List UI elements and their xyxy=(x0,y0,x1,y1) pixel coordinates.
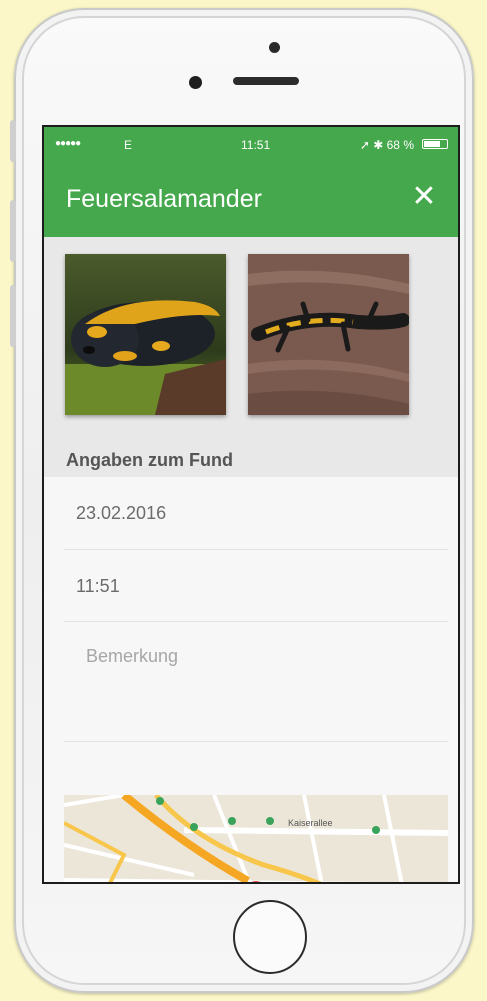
status-time: 11:51 xyxy=(241,138,271,152)
front-camera xyxy=(269,42,280,53)
volume-up-button xyxy=(10,200,16,262)
app-header: ●●●●● E 11:51 ➚ ✱ 68 % Feuersalamander ✕ xyxy=(44,127,458,237)
time-field[interactable]: 11:51 xyxy=(64,550,448,622)
salamander-image xyxy=(248,254,409,415)
earpiece-speaker xyxy=(233,77,299,85)
carrier-label: E xyxy=(124,138,133,152)
salamander-photo-2[interactable] xyxy=(248,254,409,415)
salamander-image xyxy=(65,254,226,415)
status-right-icons: ➚ ✱ 68 % xyxy=(359,138,414,152)
battery-icon xyxy=(422,139,448,149)
photo-gallery: Angaben zum Fund xyxy=(44,237,458,477)
remark-field[interactable]: Bemerkung xyxy=(64,622,448,742)
salamander-photo-1[interactable] xyxy=(65,254,226,415)
home-button[interactable] xyxy=(233,900,307,974)
proximity-sensor xyxy=(189,76,202,89)
status-bar: ●●●●● E 11:51 ➚ ✱ 68 % xyxy=(44,127,458,163)
map-image: Kaiserallee Hi xyxy=(64,795,448,882)
signal-strength-icon: ●●●●● xyxy=(55,138,81,149)
section-title: Angaben zum Fund xyxy=(66,450,233,470)
volume-down-button xyxy=(10,285,16,347)
location-map[interactable]: Kaiserallee Hi xyxy=(64,795,448,882)
page-title: Feuersalamander xyxy=(66,185,262,213)
date-field[interactable]: 23.02.2016 xyxy=(64,477,448,550)
street-label: Kaiserallee xyxy=(288,818,333,828)
close-icon[interactable]: ✕ xyxy=(408,182,440,212)
mute-switch xyxy=(10,120,16,162)
app-screen: ●●●●● E 11:51 ➚ ✱ 68 % Feuersalamander ✕ xyxy=(42,125,460,884)
